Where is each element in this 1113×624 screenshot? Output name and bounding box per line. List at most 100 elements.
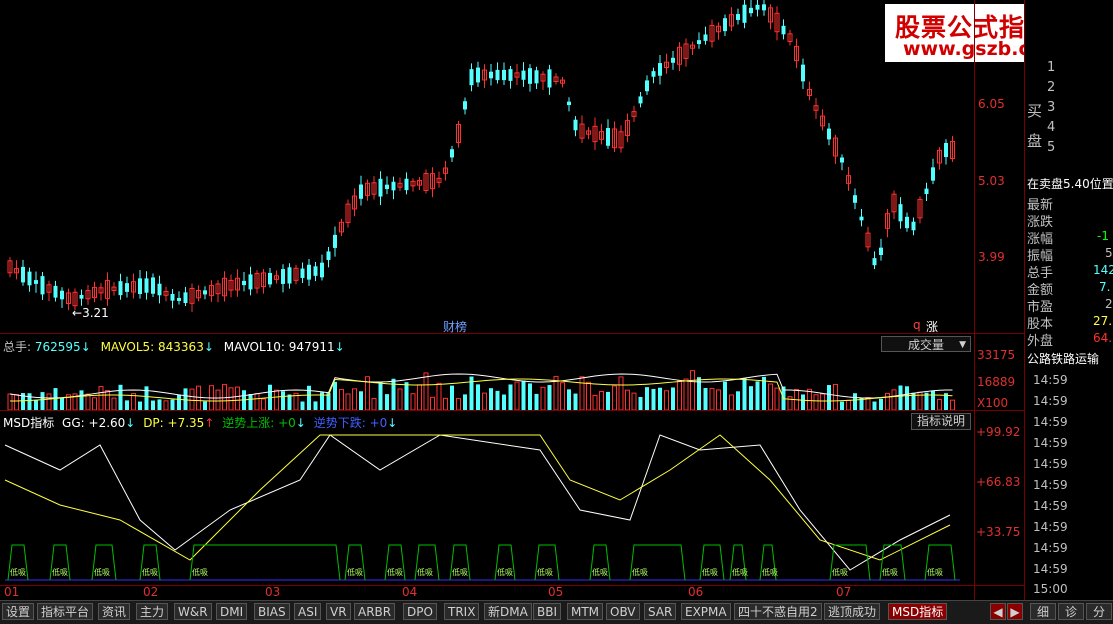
volume-bar — [397, 388, 403, 410]
signal-text: 低吸 — [452, 567, 468, 577]
arrow-left-icon: ◀ — [993, 605, 1003, 619]
signal-text: 低吸 — [762, 567, 778, 577]
price-axis-label: 3.99 — [978, 250, 1005, 264]
tab-msd-indicator[interactable]: MSD指标 — [888, 603, 948, 620]
candle-body — [450, 149, 454, 158]
volume-bar — [307, 385, 311, 410]
up-value: +0 — [278, 416, 296, 430]
tab-obv[interactable]: OBV — [606, 603, 640, 620]
tag-caibang[interactable]: 财榜 — [443, 318, 467, 335]
volume-bar — [716, 389, 721, 410]
volume-bar — [151, 400, 155, 410]
tick-time: 14:59 — [1033, 478, 1068, 492]
volume-bar — [248, 394, 253, 410]
volume-bar — [60, 397, 64, 410]
volume-bar — [612, 385, 617, 410]
scroll-left-button[interactable]: ◀ — [990, 603, 1006, 620]
volume-bar — [833, 383, 838, 410]
tab-top-escape[interactable]: 逃顶成功 — [824, 603, 881, 620]
volume-bar — [762, 376, 766, 410]
volume-bar — [482, 392, 487, 410]
tab-detail[interactable]: 细 — [1030, 603, 1056, 620]
tab-arbr[interactable]: ARBR — [354, 603, 396, 620]
volume-bar — [664, 390, 669, 410]
tick-time: 14:59 — [1033, 541, 1068, 555]
tab-expma[interactable]: EXPMA — [681, 603, 731, 620]
volume-bar — [489, 388, 493, 410]
candle-body — [645, 80, 649, 92]
candle-body — [404, 178, 409, 191]
tab-settings[interactable]: 设置 — [2, 603, 35, 620]
volume-bar — [807, 388, 812, 410]
mavol10-value: 947911 — [288, 340, 335, 354]
indicator-dropdown[interactable]: 成交量 ▼ — [881, 336, 971, 352]
candle-body — [60, 290, 64, 300]
volume-unit: X100 — [977, 396, 1009, 410]
tab-asi[interactable]: ASI — [294, 603, 322, 620]
volume-header: 总手: 762595↓ MAVOL5: 843363↓ MAVOL10: 947… — [3, 340, 345, 354]
volume-bar — [105, 389, 110, 410]
volume-bar — [7, 393, 13, 410]
tab-vr[interactable]: VR — [326, 603, 351, 620]
volume-bar — [898, 385, 903, 410]
volume-bar — [92, 397, 97, 410]
volume-bar — [177, 394, 181, 410]
candle-body — [469, 69, 474, 86]
tab-new-dma[interactable]: 新DMA — [484, 603, 532, 620]
tag-zhang[interactable]: 涨 — [926, 318, 938, 335]
tab-wr[interactable]: W&R — [174, 603, 212, 620]
tab-main-force[interactable]: 主力 — [136, 603, 169, 620]
volume-bar — [658, 387, 662, 410]
tab-trix[interactable]: TRIX — [444, 603, 480, 620]
candlestick-chart[interactable] — [0, 0, 975, 330]
candle-body — [79, 294, 84, 299]
volume-bar — [690, 370, 695, 410]
tab-dpo[interactable]: DPO — [403, 603, 437, 620]
candle-body — [502, 69, 506, 81]
indicator-explain-button[interactable]: 指标说明 — [911, 413, 971, 430]
tab-sar[interactable]: SAR — [644, 603, 677, 620]
volume-bar — [677, 380, 682, 410]
stat-value: 2 — [1105, 297, 1113, 311]
mavol10-label: MAVOL10: — [223, 340, 285, 354]
signal-hump — [189, 544, 341, 581]
volume-bar — [385, 394, 389, 410]
down-value: +0 — [369, 416, 388, 430]
candle-body — [781, 25, 786, 35]
tab-diagnose[interactable]: 诊 — [1058, 603, 1084, 620]
volume-bar — [638, 396, 643, 410]
tab-dmi[interactable]: DMI — [216, 603, 248, 620]
sector-name[interactable]: 公路铁路运输 — [1027, 350, 1099, 367]
tab-bbi[interactable]: BBI — [533, 603, 562, 620]
candle-body — [840, 157, 844, 163]
volume-bar — [937, 399, 942, 410]
volume-bar — [40, 392, 45, 410]
chart-area[interactable]: 低吸 低吸 低吸 低吸 低吸 低吸 低吸 低吸 低吸 低吸 低吸 低吸 低吸 低吸 低吸 低吸 低吸 低吸 低吸 — [0, 0, 1024, 600]
tab-custom-indicator[interactable]: 四十不惑自用2 — [734, 603, 822, 620]
scroll-right-button[interactable]: ▶ — [1007, 603, 1023, 620]
candle-body — [34, 280, 38, 284]
tab-indicator-platform[interactable]: 指标平台 — [37, 603, 94, 620]
candle-body — [697, 40, 701, 45]
volume-bar — [768, 383, 773, 410]
volume-chart[interactable] — [0, 350, 975, 410]
volume-bar — [450, 385, 454, 410]
stat-value: 142 — [1093, 263, 1113, 277]
volume-bar — [749, 386, 753, 410]
volume-bar — [371, 397, 377, 410]
tab-minute[interactable]: 分 — [1086, 603, 1112, 620]
sell-status: 在卖盘5.40位置 — [1027, 177, 1113, 191]
buy-level: 5 — [1047, 140, 1056, 155]
volume-bar — [508, 384, 513, 410]
candle-body — [547, 69, 552, 88]
tab-mtm[interactable]: MTM — [567, 603, 604, 620]
msd-chart[interactable]: 低吸 低吸 低吸 低吸 低吸 低吸 低吸 低吸 低吸 低吸 低吸 低吸 低吸 低吸 低吸 低吸 低吸 低吸 低吸 — [0, 430, 975, 585]
candle-body — [40, 276, 45, 295]
tab-bias[interactable]: BIAS — [254, 603, 290, 620]
volume-bar — [495, 390, 500, 410]
arrow-right-icon: ▶ — [1010, 605, 1020, 619]
buy-label-2: 盘 — [1027, 132, 1043, 150]
tick-time: 14:59 — [1033, 373, 1068, 387]
tab-news[interactable]: 资讯 — [98, 603, 131, 620]
volume-bar — [502, 394, 506, 410]
